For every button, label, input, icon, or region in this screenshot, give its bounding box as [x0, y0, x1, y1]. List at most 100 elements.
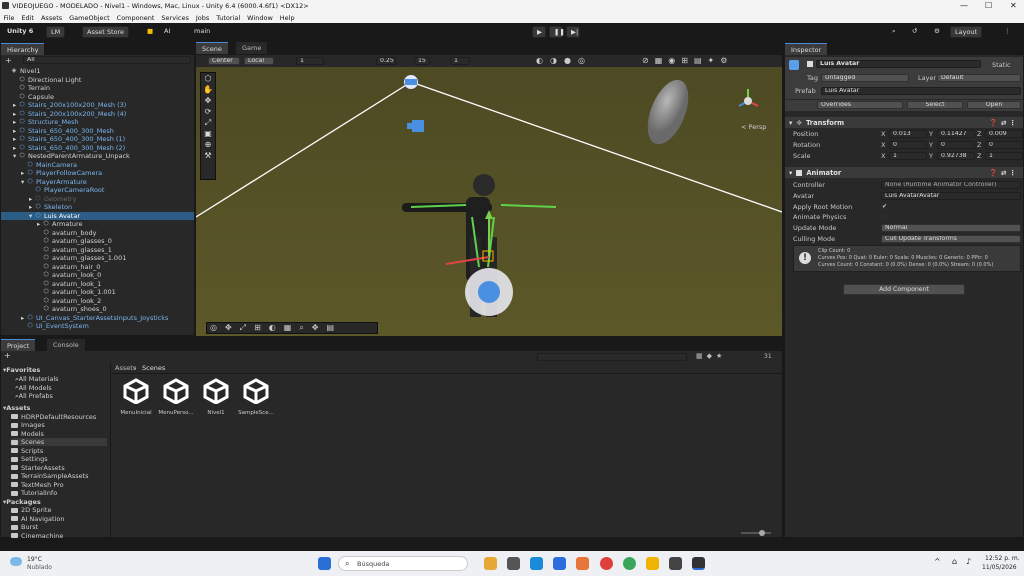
hierarchy-item[interactable]: ⬡ avaturn_glasses_1: [1, 246, 194, 254]
transform-header[interactable]: ▾ ✥ Transform ❓⇄⋮: [785, 117, 1023, 128]
update-mode-dropdown[interactable]: Normal: [881, 224, 1021, 232]
breadcrumb-assets[interactable]: Assets: [115, 364, 136, 372]
assets-item[interactable]: Models: [11, 430, 44, 438]
ai-button[interactable]: AI: [160, 26, 175, 38]
unity-editor-icon[interactable]: [692, 557, 705, 570]
assets-item[interactable]: TerrainSampleAssets: [11, 472, 89, 480]
tab-hierarchy[interactable]: Hierarchy: [1, 43, 45, 55]
opera-icon[interactable]: [600, 557, 613, 570]
tool-icons[interactable]: ⬡ ✋ ✥ ⟳ ⤢ ▣ ⊕ ⚒: [201, 73, 215, 161]
hierarchy-item[interactable]: ▸ ⬡ Stairs_200x100x200_Mesh (4): [1, 110, 194, 118]
hierarchy-item[interactable]: ▾ ⬡ Luis Avatar: [1, 211, 194, 220]
shading-icons[interactable]: ◐◑●◎: [536, 56, 592, 65]
project-search-input[interactable]: [537, 353, 687, 361]
packages-item[interactable]: Cinemachine: [11, 532, 63, 540]
hierarchy-item[interactable]: ▸ ⬡ Geometry: [1, 195, 194, 203]
menu-gameobject[interactable]: GameObject: [69, 14, 110, 22]
assets-header[interactable]: ▾ Assets: [3, 404, 30, 412]
transform-x-field[interactable]: 1: [889, 152, 927, 160]
avatar-field[interactable]: Luis AvatarAvatar: [881, 192, 1021, 200]
volume-icon[interactable]: ♪: [966, 557, 971, 566]
visibility-icons[interactable]: ⊘▦◉⊞▤✦⚙: [642, 56, 733, 65]
add-component-button[interactable]: Add Component: [843, 284, 965, 295]
menu-assets[interactable]: Assets: [41, 14, 62, 22]
hierarchy-item[interactable]: ⬡ avaturn_look_1.001: [1, 288, 194, 296]
packages-item[interactable]: AI Navigation: [11, 515, 65, 523]
pivot-dropdown[interactable]: Center: [208, 57, 240, 65]
asset-store-button[interactable]: Asset Store: [82, 26, 130, 38]
hierarchy-item[interactable]: ▸ ⬡ Armature: [1, 220, 194, 228]
assets-item[interactable]: Scenes: [11, 438, 107, 446]
scene-asset[interactable]: Nivel1: [196, 378, 236, 416]
hierarchy-item[interactable]: ⬡ UI_EventSystem: [1, 322, 194, 330]
hierarchy-item[interactable]: ▸ ⬡ Stairs_200x100x200_Mesh (3): [1, 101, 194, 109]
prefab-field[interactable]: Luis Avatar: [821, 87, 1021, 95]
menu-tutorial[interactable]: Tutorial: [216, 14, 240, 22]
menu-jobs[interactable]: Jobs: [196, 14, 209, 22]
scene-asset[interactable]: MenuInicial: [116, 378, 156, 416]
layout-dropdown[interactable]: Layout: [950, 26, 983, 38]
apply-root-motion-checkbox[interactable]: ✔: [881, 203, 888, 210]
tab-project[interactable]: Project: [1, 339, 36, 351]
hierarchy-item[interactable]: ⬡ PlayerCameraRoot: [1, 186, 194, 194]
maximize-icon[interactable]: ☐: [985, 1, 992, 10]
hierarchy-item[interactable]: ⬡ Capsule: [1, 93, 194, 101]
angle-field[interactable]: 15: [414, 57, 430, 65]
scene-asset[interactable]: SampleSce...: [236, 378, 276, 416]
transform-x-field[interactable]: 0.013: [889, 130, 927, 138]
tab-console[interactable]: Console: [47, 339, 85, 351]
hierarchy-item[interactable]: ⬡ MainCamera: [1, 161, 194, 169]
file-explorer-icon[interactable]: [646, 557, 659, 570]
zoom-slider[interactable]: [741, 530, 771, 536]
taskbar-search[interactable]: ⌕ Búsqueda: [338, 556, 468, 571]
transform-z-field[interactable]: 1: [985, 152, 1023, 160]
culling-mode-dropdown[interactable]: Cull Update Transforms: [881, 235, 1021, 243]
tab-game[interactable]: Game: [236, 42, 268, 54]
animator-header[interactable]: ▾ Animator ❓⇄⋮: [785, 167, 1023, 178]
menu-component[interactable]: Component: [117, 14, 155, 22]
open-button[interactable]: Open: [967, 101, 1021, 109]
assets-item[interactable]: Scripts: [11, 447, 43, 455]
snap-field[interactable]: 0.25: [376, 57, 396, 65]
hierarchy-item[interactable]: ⬡ avaturn_body: [1, 229, 194, 237]
assets-item[interactable]: TextMesh Pro: [11, 481, 64, 489]
assets-item[interactable]: Settings: [11, 455, 48, 463]
overrides-dropdown[interactable]: Overrides: [817, 101, 903, 109]
minimize-icon[interactable]: —: [960, 1, 968, 10]
component-menu-icon[interactable]: ❓⇄⋮: [989, 169, 1019, 177]
hierarchy-item[interactable]: ⬡ Terrain: [1, 84, 194, 92]
transform-z-field[interactable]: 0.009: [985, 130, 1023, 138]
hierarchy-item[interactable]: ▸ ⬡ Stairs_650_400_300_Mesh (1): [1, 135, 194, 143]
hierarchy-item[interactable]: ▸ ⬡ Skeleton: [1, 203, 194, 211]
step-icon[interactable]: ▶|: [566, 26, 580, 38]
assets-item[interactable]: HDRPDefaultResources: [11, 413, 96, 421]
chrome-icon[interactable]: [623, 557, 636, 570]
unity-hub-icon[interactable]: [669, 557, 682, 570]
hierarchy-item[interactable]: ⬡ avaturn_glasses_0: [1, 237, 194, 245]
bottom-overlay-toolbar[interactable]: ◎✥⤢⊞◐▦⌕✥▤: [206, 322, 378, 334]
hierarchy-search-input[interactable]: All: [23, 56, 191, 64]
animate-physics-checkbox[interactable]: [881, 213, 888, 220]
controller-field[interactable]: None (Runtime Animator Controller): [881, 181, 1021, 189]
hierarchy-item[interactable]: ⬡ Directional Light: [1, 76, 194, 84]
hierarchy-item[interactable]: ▸ ⬡ Structure_Mesh: [1, 118, 194, 126]
settings-icon[interactable]: ⚙: [930, 26, 944, 38]
tab-scene[interactable]: Scene: [196, 42, 228, 54]
clock-date[interactable]: 11/05/2026: [982, 564, 1017, 571]
favorites-header[interactable]: ▾ Favorites: [3, 366, 40, 374]
component-menu-icon[interactable]: ❓⇄⋮: [989, 119, 1019, 127]
assets-item[interactable]: Images: [11, 421, 45, 429]
scene-asset[interactable]: MenuPerso...: [156, 378, 196, 416]
tray-chevron-icon[interactable]: ^: [934, 557, 941, 566]
hierarchy-item[interactable]: ▸ ⬡ UI_Canvas_StarterAssetsInputs_Joystick…: [1, 314, 194, 322]
windows-start-icon[interactable]: [318, 557, 331, 570]
assets-item[interactable]: StarterAssets: [11, 464, 65, 472]
search-icon[interactable]: ⌕: [888, 26, 900, 38]
hierarchy-item[interactable]: ⬡ avaturn_look_0: [1, 271, 194, 279]
assets-item[interactable]: TutorialInfo: [11, 489, 57, 497]
clock-time[interactable]: 12:52 p. m.: [985, 555, 1020, 562]
transform-y-field[interactable]: 0.11427: [937, 130, 975, 138]
hierarchy-item[interactable]: ⬡ avaturn_look_1: [1, 280, 194, 288]
network-icon[interactable]: ⌂: [952, 557, 957, 566]
menu-help[interactable]: Help: [280, 14, 295, 22]
